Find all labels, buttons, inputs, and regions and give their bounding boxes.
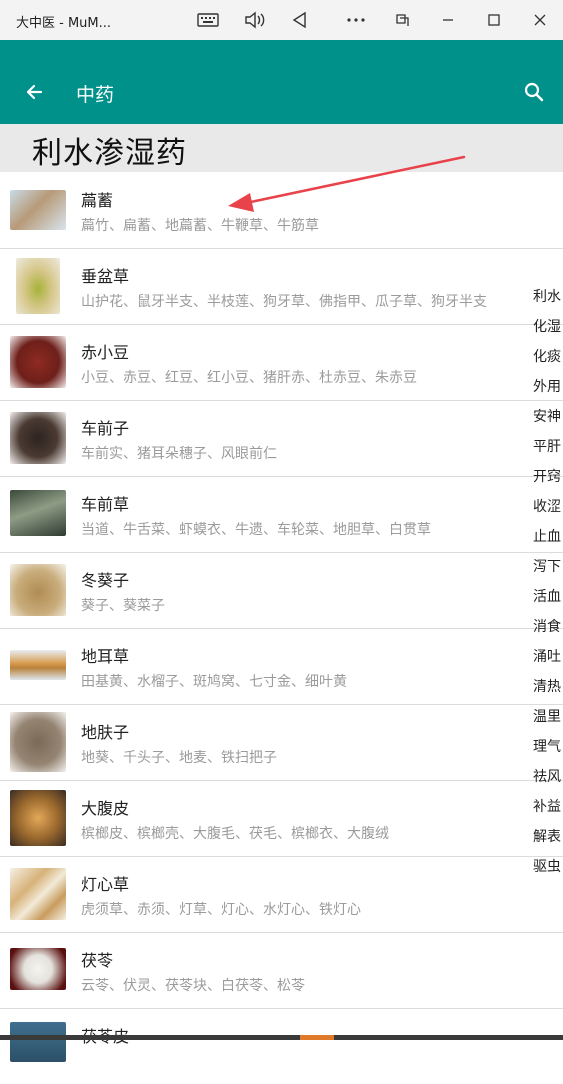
herb-thumbnail: [10, 412, 66, 464]
index-item[interactable]: 理气: [533, 736, 563, 766]
resize-icon[interactable]: [388, 6, 416, 34]
bottom-taskbar: [0, 1035, 563, 1040]
herb-aliases: 地葵、千头子、地麦、铁扫把子: [81, 750, 277, 766]
herb-name: 灯心草: [81, 875, 130, 894]
index-item[interactable]: 解表: [533, 826, 563, 856]
herb-thumbnail: [10, 564, 66, 616]
herb-list-item[interactable]: 茯苓 云苓、伏灵、茯苓块、白茯苓、松苓: [0, 932, 563, 1009]
minimize-icon[interactable]: [434, 6, 462, 34]
index-item[interactable]: 清热: [533, 676, 563, 706]
herb-name: 车前子: [81, 419, 130, 438]
maximize-icon[interactable]: [480, 6, 508, 34]
herb-list-item[interactable]: 灯心草 虎须草、赤须、灯草、灯心、水灯心、铁灯心: [0, 856, 563, 933]
herb-aliases: 萹竹、扁蓄、地萹蓄、牛鞭草、牛筋草: [81, 218, 319, 234]
index-item[interactable]: 温里: [533, 706, 563, 736]
herb-list-item[interactable]: 地耳草 田基黄、水榴子、斑鸠窝、七寸金、细叶黄: [0, 628, 563, 705]
index-item[interactable]: 外用: [533, 376, 563, 406]
herb-thumbnail: [16, 258, 60, 314]
keyboard-icon[interactable]: [194, 6, 222, 34]
herb-thumbnail: [10, 336, 66, 388]
index-item[interactable]: 泻下: [533, 556, 563, 586]
category-heading: 利水渗湿药: [32, 136, 187, 171]
herb-thumbnail: [10, 948, 66, 990]
category-index: 利水 化湿 化痰 外用 安神 平肝 开窍 收涩 止血 泻下 活血 消食 涌吐 清…: [533, 286, 563, 886]
herb-aliases: 当道、牛舌菜、虾蟆衣、牛遗、车轮菜、地胆草、白贯草: [81, 522, 431, 538]
herb-thumbnail: [10, 490, 66, 536]
index-item[interactable]: 收涩: [533, 496, 563, 526]
herb-thumbnail: [10, 1022, 66, 1062]
app-header: 中药: [0, 40, 563, 124]
herb-thumbnail: [10, 190, 66, 230]
index-item[interactable]: 化痰: [533, 346, 563, 376]
taskbar-accent: [300, 1035, 334, 1040]
header-title: 中药: [76, 84, 115, 106]
index-item[interactable]: 消食: [533, 616, 563, 646]
index-item[interactable]: 安神: [533, 406, 563, 436]
close-icon[interactable]: [526, 6, 554, 34]
herb-aliases: 车前实、猪耳朵穗子、风眼前仁: [81, 446, 277, 462]
herb-name: 赤小豆: [81, 343, 130, 362]
window-title: 大中医 - MuM...: [16, 16, 112, 31]
herb-name: 茯苓: [81, 951, 114, 970]
category-section: 利水渗湿药: [0, 124, 563, 172]
index-item[interactable]: 驱虫: [533, 856, 563, 886]
herb-list-item[interactable]: 垂盆草 山护花、鼠牙半支、半枝莲、狗牙草、佛指甲、瓜子草、狗牙半支: [0, 248, 563, 325]
herb-thumbnail: [10, 712, 66, 772]
herb-list-item[interactable]: 地肤子 地葵、千头子、地麦、铁扫把子: [0, 704, 563, 781]
herb-name: 大腹皮: [81, 799, 130, 818]
herb-name: 冬葵子: [81, 571, 130, 590]
index-item[interactable]: 平肝: [533, 436, 563, 466]
herb-list-item[interactable]: 车前子 车前实、猪耳朵穗子、风眼前仁: [0, 400, 563, 477]
index-item[interactable]: 祛风: [533, 766, 563, 796]
herb-thumbnail: [10, 868, 66, 920]
herb-name: 地肤子: [81, 723, 130, 742]
index-item[interactable]: 开窍: [533, 466, 563, 496]
herb-aliases: 葵子、葵菜子: [81, 598, 165, 614]
herb-name: 地耳草: [81, 647, 130, 666]
search-icon[interactable]: [520, 78, 548, 106]
index-item[interactable]: 化湿: [533, 316, 563, 346]
herb-name: 车前草: [81, 495, 130, 514]
volume-icon[interactable]: [241, 6, 269, 34]
herb-list-item[interactable]: 车前草 当道、牛舌菜、虾蟆衣、牛遗、车轮菜、地胆草、白贯草: [0, 476, 563, 553]
index-item[interactable]: 活血: [533, 586, 563, 616]
herb-name: 垂盆草: [81, 267, 130, 286]
herb-list-item[interactable]: 赤小豆 小豆、赤豆、红豆、红小豆、猪肝赤、杜赤豆、朱赤豆: [0, 324, 563, 401]
arrow-left-icon[interactable]: [20, 78, 48, 106]
herb-list-item[interactable]: 大腹皮 槟榔皮、槟榔壳、大腹毛、茯毛、槟榔衣、大腹绒: [0, 780, 563, 857]
more-icon[interactable]: [342, 6, 370, 34]
herb-thumbnail: [10, 790, 66, 846]
herb-aliases: 槟榔皮、槟榔壳、大腹毛、茯毛、槟榔衣、大腹绒: [81, 826, 389, 842]
index-item[interactable]: 利水: [533, 286, 563, 316]
herb-aliases: 小豆、赤豆、红豆、红小豆、猪肝赤、杜赤豆、朱赤豆: [81, 370, 417, 386]
herb-list-item[interactable]: 萹蓄 萹竹、扁蓄、地萹蓄、牛鞭草、牛筋草: [0, 172, 563, 249]
herb-aliases: 山护花、鼠牙半支、半枝莲、狗牙草、佛指甲、瓜子草、狗牙半支: [81, 294, 487, 310]
herb-list-item[interactable]: 茯苓皮: [0, 1008, 563, 1084]
window-title-bar: 大中医 - MuM...: [0, 0, 563, 40]
index-item[interactable]: 补益: [533, 796, 563, 826]
herb-thumbnail: [10, 650, 66, 680]
index-item[interactable]: 涌吐: [533, 646, 563, 676]
index-item[interactable]: 止血: [533, 526, 563, 556]
back-triangle-icon[interactable]: [286, 6, 314, 34]
herb-aliases: 田基黄、水榴子、斑鸠窝、七寸金、细叶黄: [81, 674, 347, 690]
herb-list-item[interactable]: 冬葵子 葵子、葵菜子: [0, 552, 563, 629]
herb-aliases: 虎须草、赤须、灯草、灯心、水灯心、铁灯心: [81, 902, 361, 918]
herb-aliases: 云苓、伏灵、茯苓块、白茯苓、松苓: [81, 978, 305, 994]
herb-name: 萹蓄: [81, 191, 114, 210]
